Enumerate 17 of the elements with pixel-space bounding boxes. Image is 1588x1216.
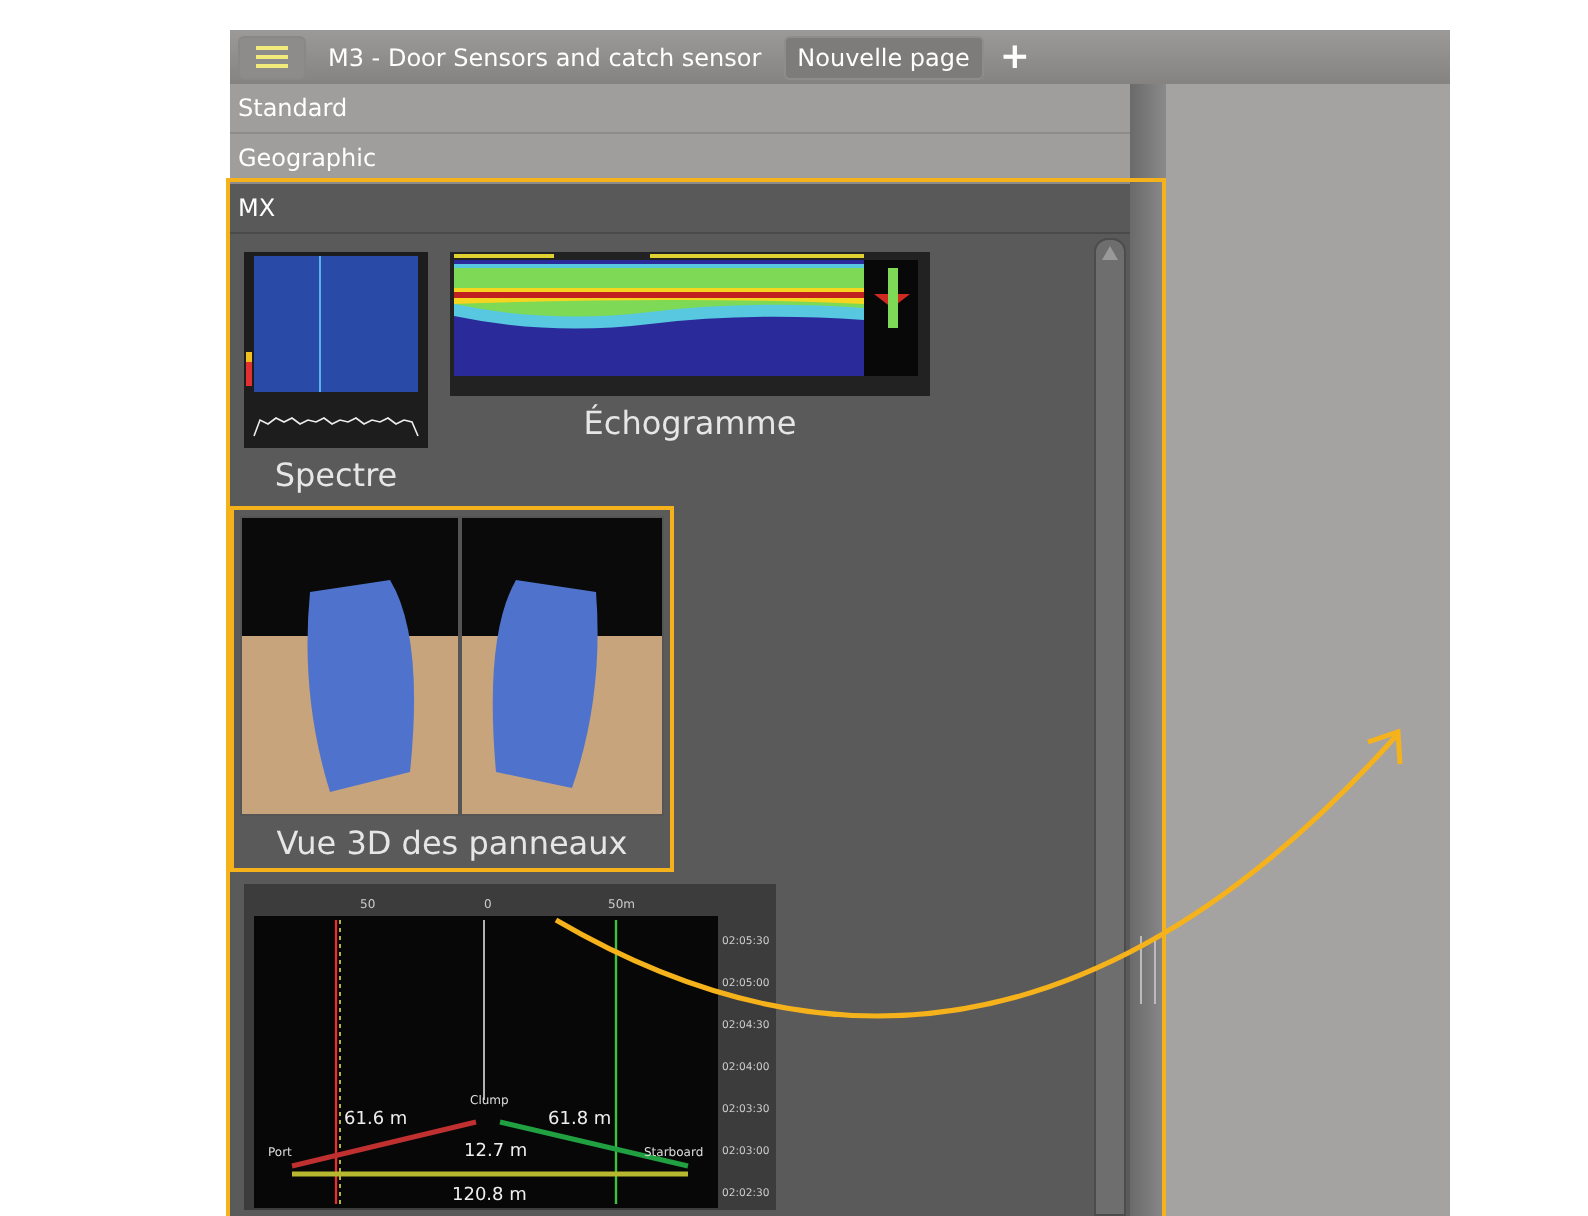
spread-label: 120.8 m <box>452 1186 527 1206</box>
view-label: Spectre <box>274 456 398 494</box>
view-label: Échogramme <box>583 404 797 442</box>
menu-button[interactable] <box>238 35 306 79</box>
distance-label: 61.8 m <box>548 1110 612 1130</box>
view-tile[interactable]: Vue 3D des panneaux <box>230 506 674 872</box>
menu-icon <box>256 46 288 68</box>
view-label: Vue 3D des panneaux <box>276 824 628 862</box>
tab[interactable]: M3 - Door Sensors and catch sensor <box>314 35 776 79</box>
scrollbar[interactable] <box>1094 238 1126 1216</box>
view-tile[interactable]: Échogramme <box>446 248 934 498</box>
tab[interactable]: Nouvelle page <box>783 35 984 79</box>
scroll-up-icon <box>1102 246 1118 260</box>
view-tile[interactable]: Spectre <box>240 248 432 498</box>
add-tab-button[interactable]: + <box>991 36 1038 78</box>
distance-label: 61.6 m <box>344 1110 408 1130</box>
distance-label: 12.7 m <box>464 1142 528 1162</box>
